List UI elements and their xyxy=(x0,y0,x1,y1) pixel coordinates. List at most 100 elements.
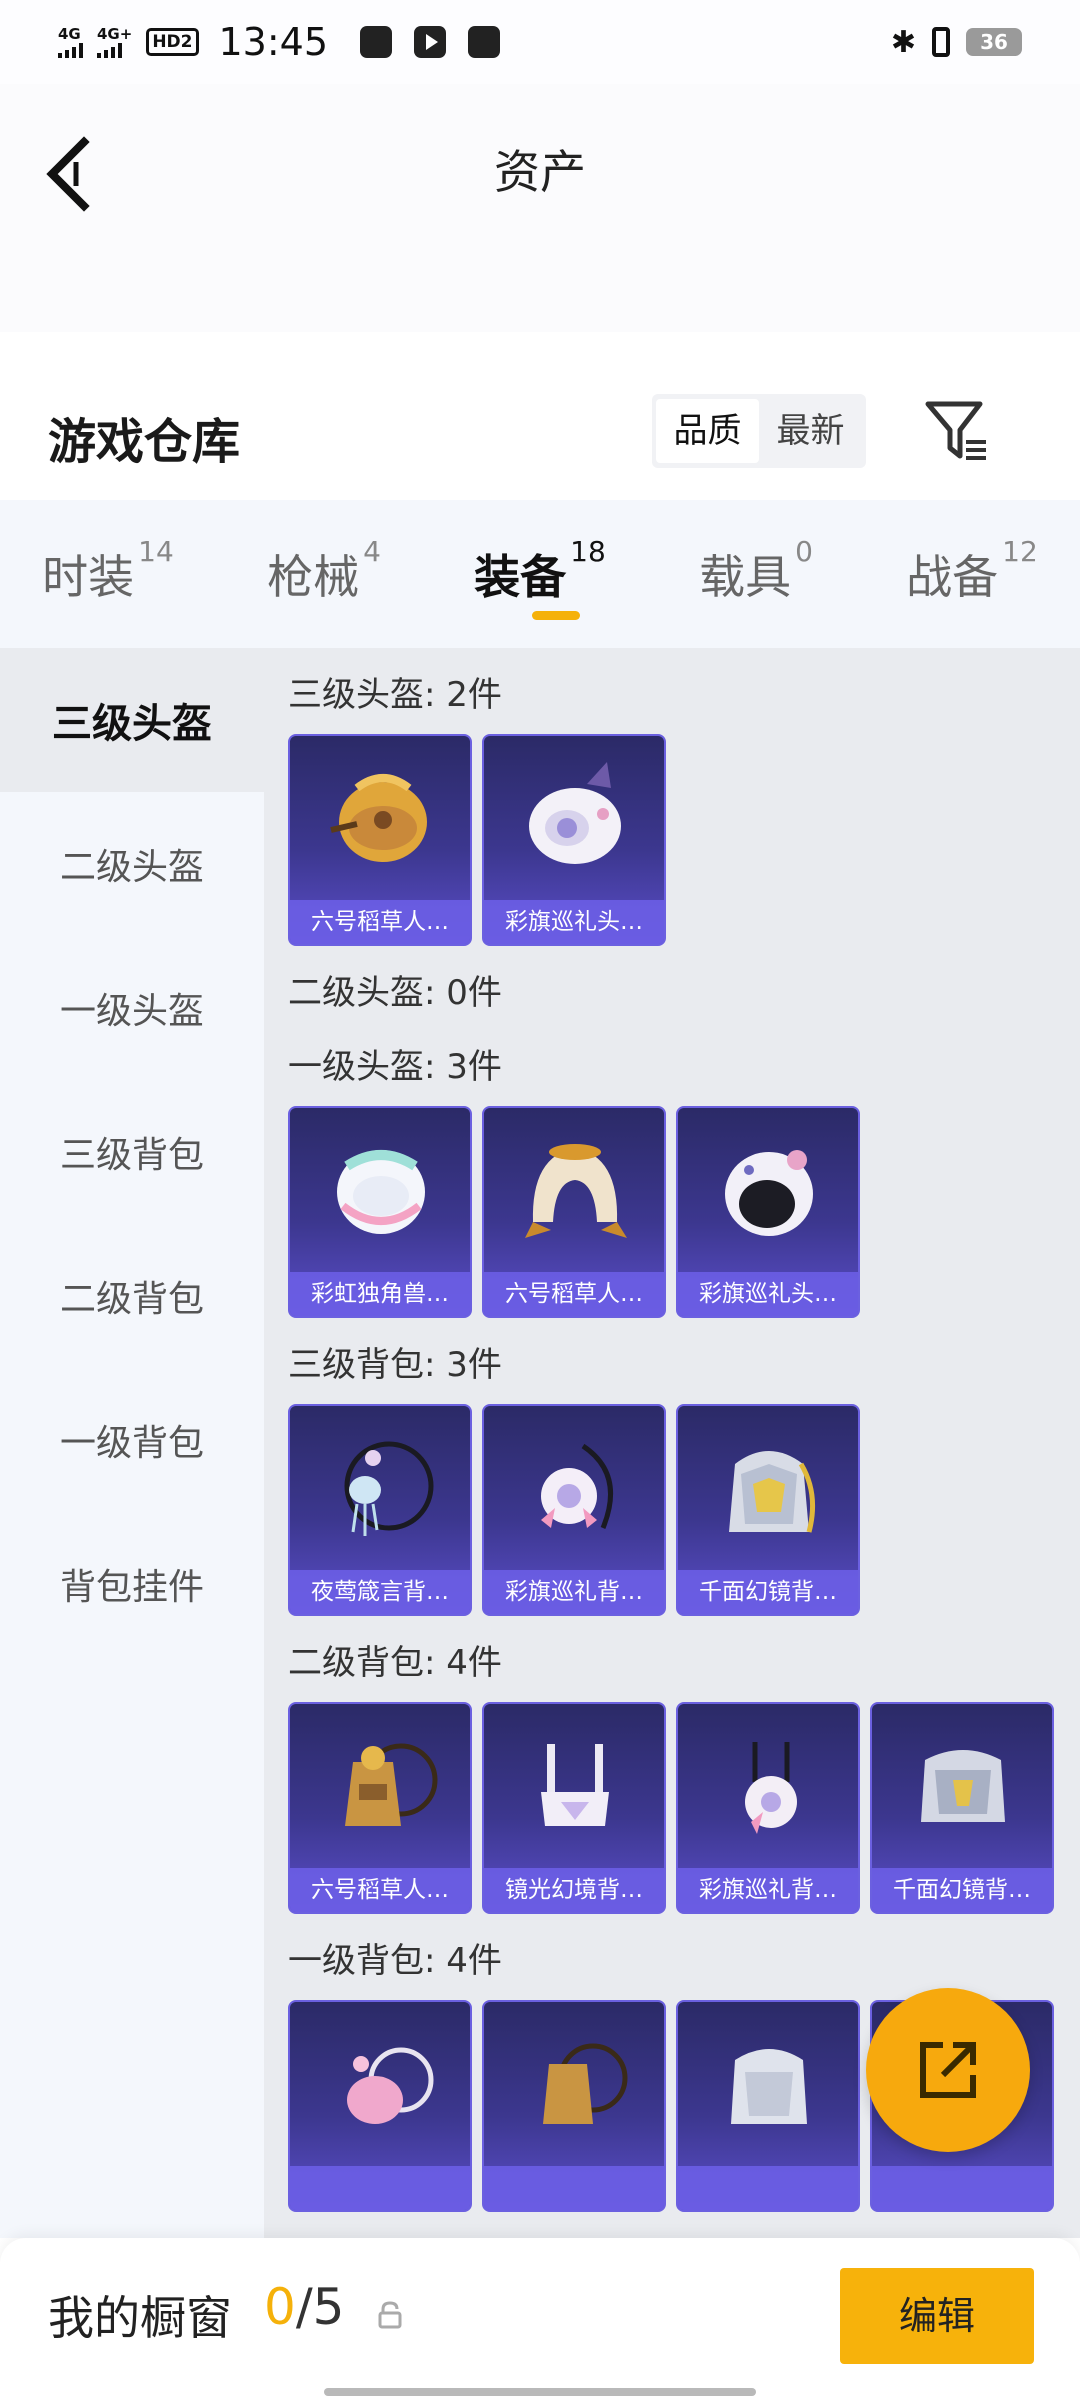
vibrate-icon xyxy=(932,27,950,57)
tab-count: 18 xyxy=(570,535,606,568)
app-notification-icon xyxy=(360,26,393,58)
wallet-notification-icon xyxy=(468,26,501,58)
page-title: 资产 xyxy=(494,145,586,199)
item-card[interactable]: 彩旗巡礼头… xyxy=(676,1106,860,1318)
tab-fashion[interactable]: 时装 14 xyxy=(0,500,216,648)
tab-count: 12 xyxy=(1002,535,1038,568)
showcase-total: /5 xyxy=(295,2278,345,2336)
tab-label: 时装 xyxy=(42,550,135,604)
item-card[interactable]: 彩旗巡礼背… xyxy=(676,1702,860,1914)
status-bar: 4G 4G+ HD2 13:45 ✱ 36 xyxy=(0,0,1080,84)
section-title: 一级背包: 4件 xyxy=(288,1941,502,1981)
sort-newest-option[interactable]: 最新 xyxy=(759,399,862,463)
scarecrow-helmet-image xyxy=(290,736,470,902)
clock: 13:45 xyxy=(218,20,329,64)
sidebar-item-level2-helmet[interactable]: 二级头盔 xyxy=(0,792,264,936)
item-card[interactable]: 六号稻草人… xyxy=(482,1106,666,1318)
item-name: 六号稻草人… xyxy=(290,900,470,944)
mirror-backpack-image xyxy=(872,1704,1052,1870)
item-card[interactable]: 千面幻镜背… xyxy=(870,1702,1054,1914)
showcase-count: 0/5 xyxy=(264,2278,344,2336)
mirror-backpack-image xyxy=(678,2002,858,2168)
battery-icon: 36 xyxy=(966,28,1022,56)
item-card[interactable]: 彩旗巡礼背… xyxy=(482,1404,666,1616)
item-card[interactable] xyxy=(482,2000,666,2212)
tab-equipment[interactable]: 装备 18 xyxy=(432,500,648,648)
item-card[interactable]: 夜莺箴言背… xyxy=(288,1404,472,1616)
item-card[interactable]: 千面幻镜背… xyxy=(676,1404,860,1616)
hd-icon: HD2 xyxy=(146,28,199,56)
warehouse-header: 游戏仓库 品质 最新 xyxy=(0,332,1080,500)
item-card[interactable]: 彩旗巡礼头… xyxy=(482,734,666,946)
signal-label-2: 4G+ xyxy=(97,24,133,43)
item-name: 彩旗巡礼头… xyxy=(484,900,664,944)
item-card[interactable]: 彩虹独角兽… xyxy=(288,1106,472,1318)
signal-label-1: 4G xyxy=(58,24,81,43)
lock-icon xyxy=(378,2301,402,2329)
item-card[interactable]: 镜光幻境背… xyxy=(482,1702,666,1914)
sidebar-item-level1-helmet[interactable]: 一级头盔 xyxy=(0,936,264,1080)
edit-button[interactable]: 编辑 xyxy=(840,2268,1034,2364)
tab-gear[interactable]: 战备 12 xyxy=(864,500,1080,648)
item-name: 六号稻草人… xyxy=(290,1868,470,1912)
video-notification-icon xyxy=(414,26,447,58)
tab-weapons[interactable]: 枪械 4 xyxy=(216,500,432,648)
sidebar-item-backpack-charm[interactable]: 背包挂件 xyxy=(0,1512,264,1656)
tab-vehicles[interactable]: 载具 0 xyxy=(648,500,864,648)
tab-label: 枪械 xyxy=(267,550,360,604)
share-button[interactable] xyxy=(866,1988,1030,2152)
section-title: 三级背包: 3件 xyxy=(288,1345,502,1385)
home-indicator[interactable] xyxy=(324,2388,756,2396)
item-name: 镜光幻境背… xyxy=(484,1868,664,1912)
showcase-current: 0 xyxy=(264,2278,296,2336)
section-level2-helmet: 二级头盔: 0件 xyxy=(264,968,1080,1018)
sidebar-item-level1-backpack[interactable]: 一级背包 xyxy=(0,1368,264,1512)
tab-count: 4 xyxy=(363,535,381,568)
item-name: 彩旗巡礼背… xyxy=(484,1570,664,1614)
item-card[interactable]: 六号稻草人… xyxy=(288,1702,472,1914)
active-tab-indicator xyxy=(532,611,580,620)
filter-button[interactable] xyxy=(924,398,990,464)
bluetooth-icon: ✱ xyxy=(890,24,916,60)
subcategory-sidebar: 三级头盔 二级头盔 一级头盔 三级背包 二级背包 一级背包 背包挂件 xyxy=(0,648,264,2238)
tab-label: 战备 xyxy=(906,550,999,604)
sidebar-item-level3-helmet[interactable]: 三级头盔 xyxy=(0,648,264,792)
scarecrow-backpack-image xyxy=(290,1704,470,1870)
item-name: 千面幻镜背… xyxy=(678,1570,858,1614)
showcase-label: 我的橱窗 xyxy=(48,2291,232,2345)
section-level3-backpack: 三级背包: 3件 夜莺箴言背… 彩旗巡礼背… 千面幻镜背… xyxy=(264,1340,1080,1616)
sidebar-item-level2-backpack[interactable]: 二级背包 xyxy=(0,1224,264,1368)
share-icon xyxy=(920,2042,976,2098)
unicorn-backpack-image xyxy=(290,2002,470,2168)
scarecrow-helmet-image xyxy=(484,1108,664,1274)
section-level2-backpack: 二级背包: 4件 六号稻草人… 镜光幻境背… 彩旗巡礼背… 千面幻镜背… xyxy=(264,1638,1080,1914)
item-name: 六号稻草人… xyxy=(484,1272,664,1316)
section-level1-helmet: 一级头盔: 3件 彩虹独角兽… 六号稻草人… 彩旗巡礼头… xyxy=(264,1042,1080,1318)
item-name xyxy=(484,2166,664,2210)
flag-pilgrim-helmet-image xyxy=(484,736,664,902)
section-title: 一级头盔: 3件 xyxy=(288,1047,502,1087)
item-name: 彩旗巡礼背… xyxy=(678,1868,858,1912)
flag-pilgrim-backpack-image xyxy=(678,1704,858,1870)
signal-icon-2: 4G+ xyxy=(97,24,133,58)
mirror-realm-backpack-image xyxy=(484,1704,664,1870)
section-level3-helmet: 三级头盔: 2件 六号稻草人… 彩旗巡礼头… xyxy=(264,670,1080,946)
mirror-backpack-image xyxy=(678,1406,858,1572)
flag-pilgrim-helmet-image xyxy=(678,1108,858,1274)
item-name: 彩虹独角兽… xyxy=(290,1272,470,1316)
item-card[interactable] xyxy=(288,2000,472,2212)
tab-label: 载具 xyxy=(699,550,792,604)
filter-icon xyxy=(925,401,986,460)
sort-quality-option[interactable]: 品质 xyxy=(656,399,759,463)
item-card[interactable]: 六号稻草人… xyxy=(288,734,472,946)
tab-label: 装备 xyxy=(474,550,567,604)
item-card[interactable] xyxy=(676,2000,860,2212)
item-name xyxy=(872,2166,1052,2210)
item-name: 彩旗巡礼头… xyxy=(678,1272,858,1316)
item-name: 千面幻镜背… xyxy=(872,1868,1052,1912)
tab-count: 14 xyxy=(138,535,174,568)
signal-icon: 4G xyxy=(58,24,83,58)
showcase-bar: 我的橱窗 0/5 编辑 xyxy=(0,2238,1080,2400)
sidebar-item-level3-backpack[interactable]: 三级背包 xyxy=(0,1080,264,1224)
section-title: 三级头盔: 2件 xyxy=(288,675,502,715)
